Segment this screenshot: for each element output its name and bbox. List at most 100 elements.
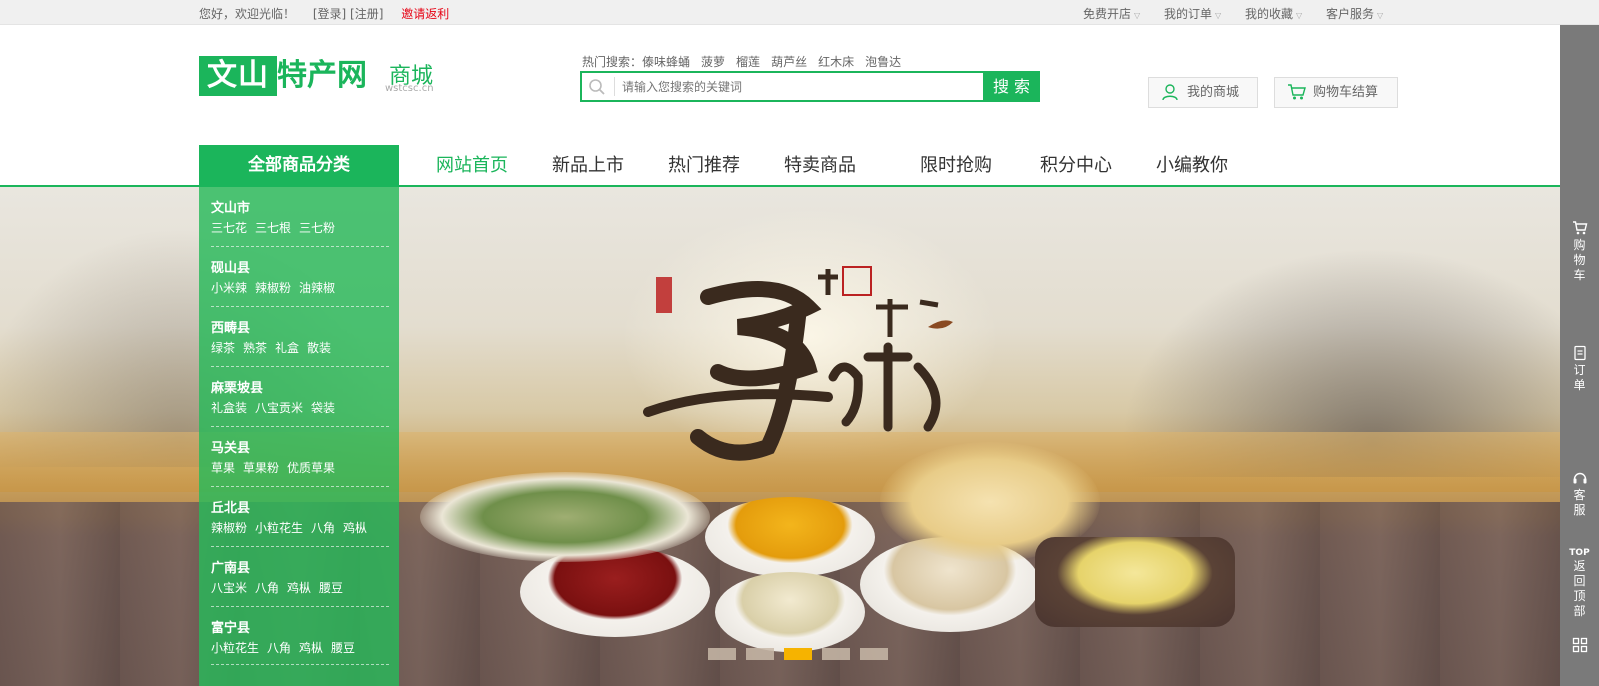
category-name[interactable]: 马关县 — [211, 437, 250, 456]
subcategory-link[interactable]: 八宝贡米 — [255, 401, 303, 415]
chevron-down-icon: ▽ — [1215, 11, 1222, 20]
category-wenshan[interactable]: 文山市 三七花 三七根 三七粉 — [211, 187, 389, 247]
subcategory-link[interactable]: 袋装 — [311, 401, 335, 415]
welcome-text: 您好，欢迎光临！ — [199, 7, 296, 21]
invite-link[interactable]: 邀请返利 — [401, 7, 449, 21]
nav-item-flash[interactable]: 限时抢购 — [920, 145, 992, 186]
rail-service-label: 客服 — [1573, 488, 1586, 517]
hot-keyword[interactable]: 傣味蜂蛹 — [642, 55, 690, 69]
subcategory-link[interactable]: 礼盒 — [275, 341, 299, 355]
subcategory-link[interactable]: 小粒花生 — [211, 641, 259, 655]
category-name[interactable]: 富宁县 — [211, 617, 250, 636]
category-yanshan[interactable]: 砚山县 小米辣 辣椒粉 油辣椒 — [211, 247, 389, 307]
hot-search-label: 热门搜索： — [582, 55, 643, 69]
rail-cart[interactable]: 购物车 — [1560, 220, 1599, 283]
banner-plate-slices — [1035, 537, 1235, 627]
nav-item-editor[interactable]: 小编教你 — [1156, 145, 1228, 186]
category-name[interactable]: 文山市 — [211, 197, 250, 216]
nav-item-sale[interactable]: 特卖商品 — [784, 145, 856, 186]
subcategory-link[interactable]: 辣椒粉 — [255, 281, 291, 295]
hot-keyword[interactable]: 菠萝 — [701, 55, 725, 69]
register-link[interactable]: [注册] — [350, 7, 383, 21]
hot-keyword[interactable]: 泡鲁达 — [865, 55, 901, 69]
subcategory-link[interactable]: 油辣椒 — [299, 281, 335, 295]
order-icon — [1573, 345, 1586, 361]
rail-back-top-label: 返回顶部 — [1573, 559, 1586, 618]
free-shop-link[interactable]: 免费开店 ▽ — [1083, 5, 1140, 22]
subcategory-link[interactable]: 腰豆 — [319, 581, 343, 595]
subcategory-link[interactable]: 礼盒装 — [211, 401, 247, 415]
category-name[interactable]: 西畴县 — [211, 317, 250, 336]
subcategory-link[interactable]: 小米辣 — [211, 281, 247, 295]
category-qiubei[interactable]: 丘北县 辣椒粉 小粒花生 八角 鸡枞 — [211, 487, 389, 547]
banner-bowl-corn — [705, 497, 875, 577]
category-name[interactable]: 丘北县 — [211, 497, 250, 516]
subcategory-link[interactable]: 草果粉 — [243, 461, 279, 475]
top-bar-left: 您好，欢迎光临！ [登录] [注册] 邀请返利 — [199, 5, 463, 22]
rail-cart-label: 购物车 — [1573, 238, 1586, 282]
category-name[interactable]: 砚山县 — [211, 257, 250, 276]
subcategory-link[interactable]: 三七花 — [211, 221, 247, 235]
cart-checkout-button[interactable]: 购物车结算 — [1274, 77, 1398, 108]
login-link[interactable]: [登录] — [313, 7, 346, 21]
slider-dot[interactable] — [860, 648, 888, 660]
nav-item-home[interactable]: 网站首页 — [436, 145, 508, 186]
hot-keyword[interactable]: 葫芦丝 — [771, 55, 807, 69]
category-maguan[interactable]: 马关县 草果 草果粉 优质草果 — [211, 427, 389, 487]
hot-keyword[interactable]: 红木床 — [818, 55, 854, 69]
nav-item-new[interactable]: 新品上市 — [552, 145, 624, 186]
subcategory-link[interactable]: 鸡枞 — [299, 641, 323, 655]
rail-back-to-top[interactable]: TOP 返回顶部 — [1560, 547, 1599, 619]
right-toolbar: 购物车 订单 客服 TOP 返回顶部 — [1560, 25, 1599, 686]
my-orders-link[interactable]: 我的订单 ▽ — [1164, 5, 1221, 22]
cart-icon — [1288, 84, 1306, 100]
subcategory-link[interactable]: 八角 — [267, 641, 291, 655]
search-divider — [614, 77, 615, 96]
search-bar: 搜 索 — [580, 71, 1040, 102]
slider-dot[interactable] — [708, 648, 736, 660]
subcategory-link[interactable]: 辣椒粉 — [211, 521, 247, 535]
subcategory-link[interactable]: 三七根 — [255, 221, 291, 235]
subcategory-link[interactable]: 鸡枞 — [287, 581, 311, 595]
hot-keyword[interactable]: 榴莲 — [736, 55, 760, 69]
slider-dot[interactable] — [822, 648, 850, 660]
my-mall-button[interactable]: 我的商城 — [1148, 77, 1258, 108]
subcategory-link[interactable]: 八角 — [255, 581, 279, 595]
rail-orders-label: 订单 — [1573, 363, 1586, 392]
rail-qrcode[interactable] — [1560, 637, 1599, 655]
my-favorites-label: 我的收藏 — [1245, 7, 1294, 21]
category-guangnan[interactable]: 广南县 八宝米 八角 鸡枞 腰豆 — [211, 547, 389, 607]
category-subs: 小米辣 辣椒粉 油辣椒 — [211, 279, 343, 296]
subcategory-link[interactable]: 八角 — [311, 521, 335, 535]
slider-dot[interactable] — [746, 648, 774, 660]
subcategory-link[interactable]: 腰豆 — [331, 641, 355, 655]
category-subs: 小粒花生 八角 鸡枞 腰豆 — [211, 639, 363, 656]
customer-service-link[interactable]: 客户服务 ▽ — [1326, 5, 1383, 22]
category-funing[interactable]: 富宁县 小粒花生 八角 鸡枞 腰豆 — [211, 607, 389, 665]
nav-item-points[interactable]: 积分中心 — [1040, 145, 1112, 186]
category-name[interactable]: 广南县 — [211, 557, 250, 576]
category-xichou[interactable]: 西畴县 绿茶 熟茶 礼盒 散装 — [211, 307, 389, 367]
category-subs: 八宝米 八角 鸡枞 腰豆 — [211, 579, 351, 596]
all-categories-button[interactable]: 全部商品分类 — [199, 145, 399, 186]
subcategory-link[interactable]: 八宝米 — [211, 581, 247, 595]
slider-dot-active[interactable] — [784, 648, 812, 660]
my-favorites-link[interactable]: 我的收藏 ▽ — [1245, 5, 1302, 22]
rail-orders[interactable]: 订单 — [1560, 345, 1599, 393]
subcategory-link[interactable]: 熟茶 — [243, 341, 267, 355]
category-malipo[interactable]: 麻栗坡县 礼盒装 八宝贡米 袋装 — [211, 367, 389, 427]
category-name[interactable]: 麻栗坡县 — [211, 377, 263, 396]
nav-item-hot[interactable]: 热门推荐 — [668, 145, 740, 186]
subcategory-link[interactable]: 三七粉 — [299, 221, 335, 235]
subcategory-link[interactable]: 鸡枞 — [343, 521, 367, 535]
subcategory-link[interactable]: 散装 — [307, 341, 331, 355]
free-shop-label: 免费开店 — [1083, 7, 1132, 21]
subcategory-link[interactable]: 绿茶 — [211, 341, 235, 355]
subcategory-link[interactable]: 草果 — [211, 461, 235, 475]
category-menu: 文山市 三七花 三七根 三七粉 砚山县 小米辣 辣椒粉 油辣椒 西畴县 绿茶 熟茶 礼盒 散装… — [199, 187, 399, 686]
search-input[interactable] — [622, 76, 962, 98]
rail-service[interactable]: 客服 — [1560, 470, 1599, 518]
subcategory-link[interactable]: 优质草果 — [287, 461, 335, 475]
search-button[interactable]: 搜 索 — [983, 71, 1040, 102]
subcategory-link[interactable]: 小粒花生 — [255, 521, 303, 535]
